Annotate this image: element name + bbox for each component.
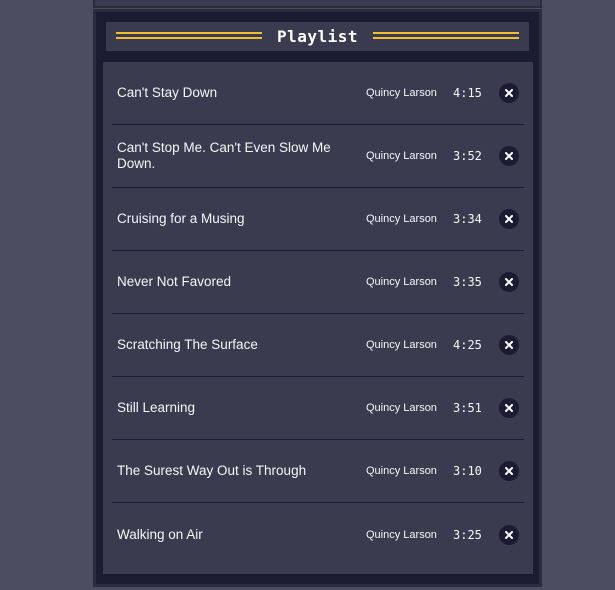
delete-song-button[interactable]: [499, 146, 519, 166]
delete-song-button[interactable]: [499, 398, 519, 418]
song-artist: Quincy Larson: [366, 402, 437, 414]
player-panel-bottom-edge: [93, 0, 542, 8]
song-title: Never Not Favored: [117, 274, 232, 289]
song-duration: 3:34: [453, 212, 482, 226]
song-title: Can't Stay Down: [117, 85, 218, 100]
delete-song-button[interactable]: [499, 209, 519, 229]
delete-song-button[interactable]: [499, 524, 519, 545]
song-duration: 3:51: [453, 401, 482, 415]
song-row[interactable]: Can't Stop Me. Can't Even Slow Me Down. …: [112, 125, 524, 188]
song-duration: 3:10: [453, 464, 482, 478]
song-row[interactable]: Scratching The Surface Quincy Larson 4:2…: [112, 314, 524, 377]
close-icon: [505, 404, 513, 412]
song-duration: 3:25: [453, 527, 482, 542]
song-title: Scratching The Surface: [117, 337, 258, 352]
close-icon: [505, 341, 513, 349]
close-icon: [505, 215, 513, 223]
song-artist: Quincy Larson: [366, 528, 437, 541]
song-row[interactable]: Can't Stay Down Quincy Larson 4:15: [112, 62, 524, 125]
song-duration: 3:52: [453, 149, 482, 163]
song-title: The Surest Way Out is Through: [117, 463, 307, 478]
playlist-panel: Playlist Can't Stay Down Quincy Larson 4…: [93, 9, 542, 587]
song-duration: 3:35: [453, 275, 482, 289]
song-duration: 4:15: [453, 86, 482, 100]
song-title: Cruising for a Musing: [117, 211, 245, 226]
song-list: Can't Stay Down Quincy Larson 4:15 Can't…: [103, 62, 533, 574]
close-icon: [505, 89, 513, 97]
song-row[interactable]: Cruising for a Musing Quincy Larson 3:34: [112, 188, 524, 251]
song-row[interactable]: The Surest Way Out is Through Quincy Lar…: [112, 440, 524, 503]
close-icon: [505, 152, 513, 160]
playlist-header: Playlist: [106, 22, 529, 51]
delete-song-button[interactable]: [499, 335, 519, 355]
playlist-title: Playlist: [276, 27, 359, 46]
song-artist: Quincy Larson: [366, 339, 437, 351]
close-icon: [505, 530, 513, 539]
delete-song-button[interactable]: [499, 461, 519, 481]
song-title: Walking on Air: [117, 526, 203, 542]
song-artist: Quincy Larson: [366, 87, 437, 99]
song-duration: 4:25: [453, 338, 482, 352]
song-row[interactable]: Walking on Air Quincy Larson 3:25: [112, 503, 524, 566]
song-artist: Quincy Larson: [366, 276, 437, 288]
close-icon: [505, 467, 513, 475]
song-row[interactable]: Still Learning Quincy Larson 3:51: [112, 377, 524, 440]
song-artist: Quincy Larson: [366, 150, 437, 162]
song-title: Can't Stop Me. Can't Even Slow Me Down.: [117, 140, 331, 171]
header-decoration-left: [116, 32, 262, 39]
delete-song-button[interactable]: [499, 272, 519, 292]
delete-song-button[interactable]: [499, 83, 519, 103]
header-decoration-right: [373, 32, 519, 39]
song-row[interactable]: Never Not Favored Quincy Larson 3:35: [112, 251, 524, 314]
close-icon: [505, 278, 513, 286]
song-artist: Quincy Larson: [366, 213, 437, 225]
song-artist: Quincy Larson: [366, 465, 437, 477]
song-title: Still Learning: [117, 400, 196, 415]
